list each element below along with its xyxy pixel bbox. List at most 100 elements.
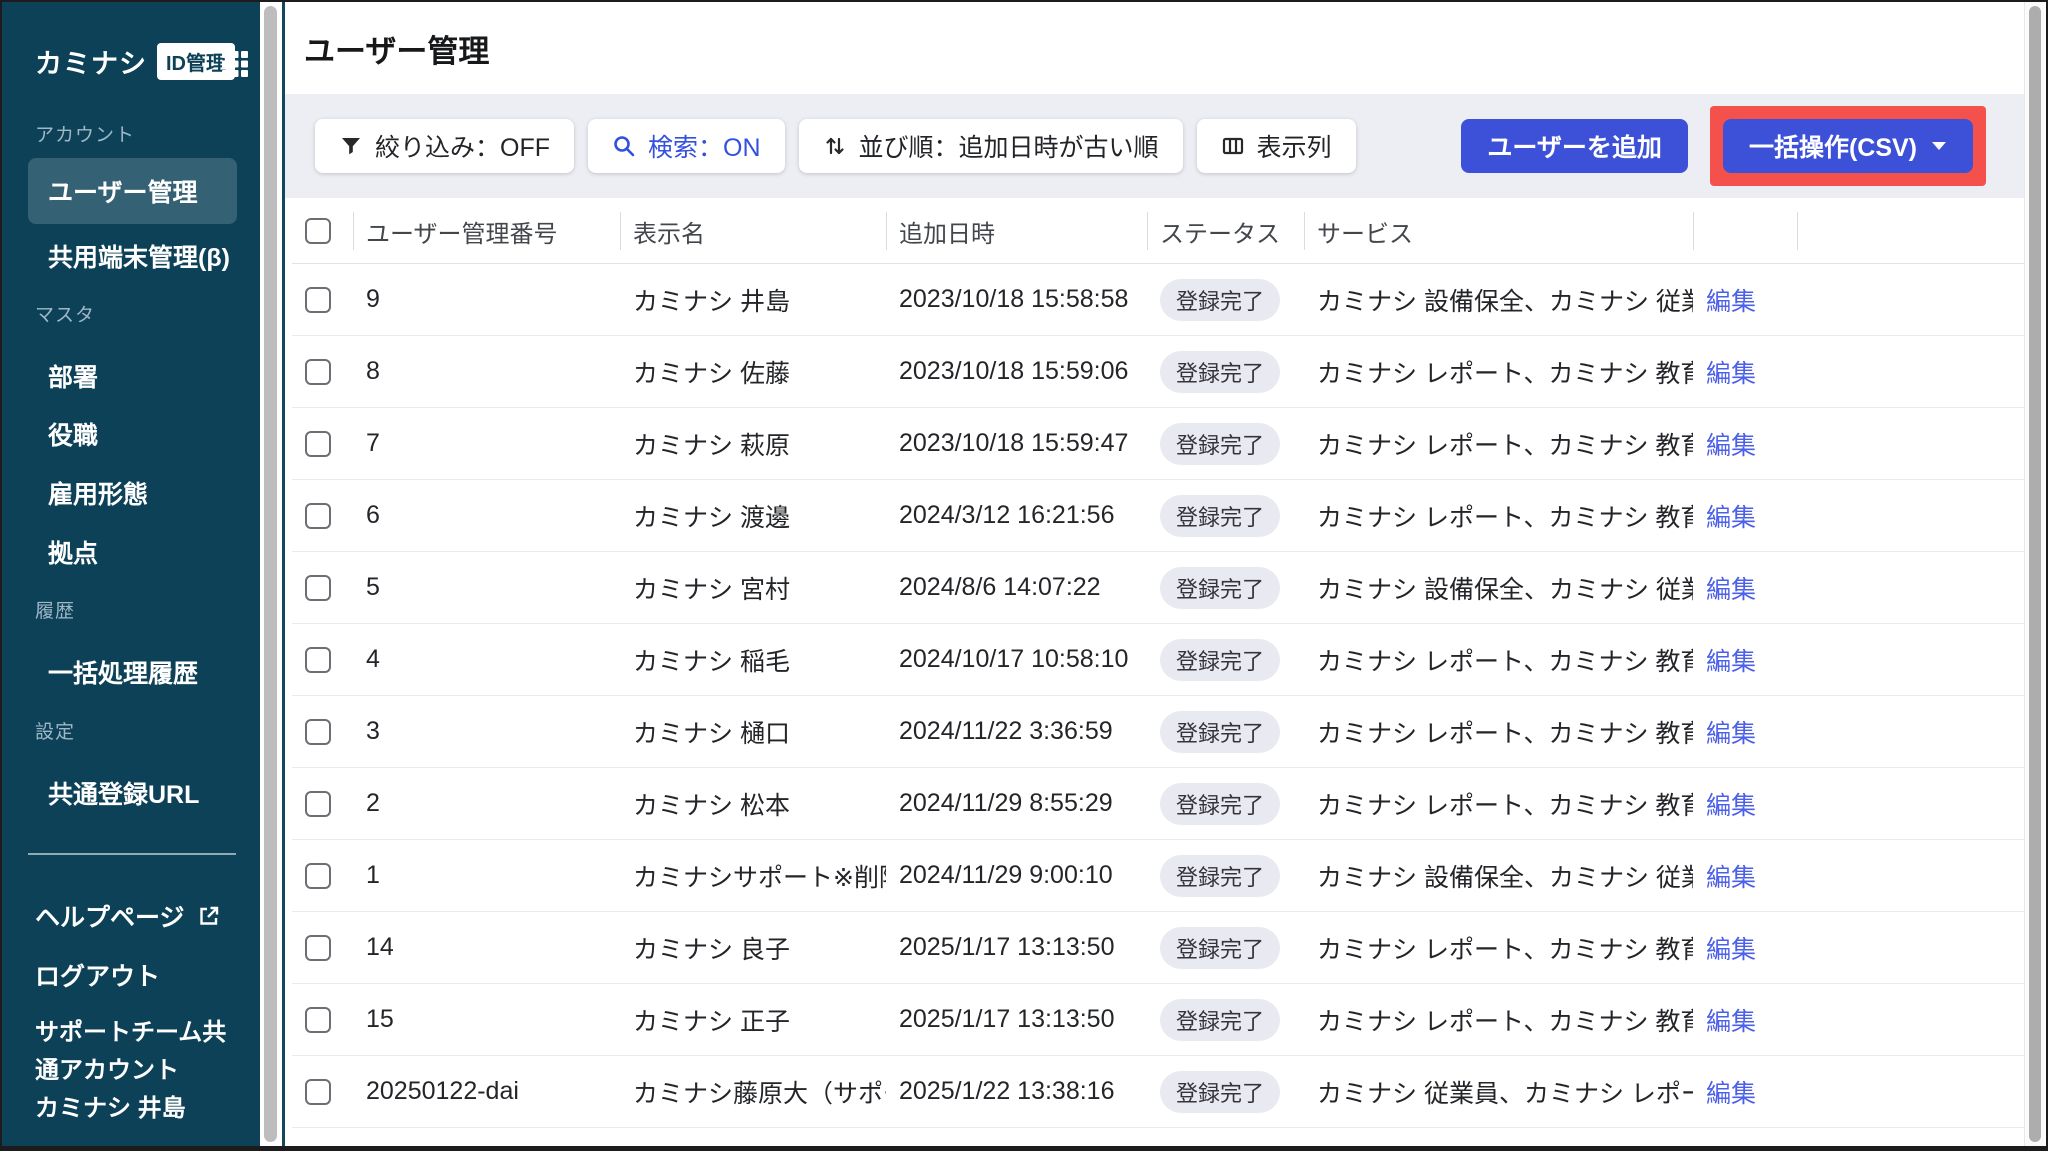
help-label: ヘルプページ bbox=[35, 898, 185, 934]
cell-status: 登録完了 bbox=[1147, 927, 1304, 969]
row-checkbox[interactable] bbox=[305, 287, 331, 313]
bulk-action-button[interactable]: 一括操作(CSV) bbox=[1723, 119, 1973, 173]
columns-button[interactable]: 表示列 bbox=[1197, 119, 1356, 173]
status-badge: 登録完了 bbox=[1160, 351, 1280, 393]
edit-link[interactable]: 編集 bbox=[1693, 354, 1797, 390]
sidebar-item-label: ユーザー管理 bbox=[48, 173, 198, 209]
sort-label: 並び順：追加日時が古い順 bbox=[859, 128, 1159, 164]
table-row: 20250122-dai カミナシ藤原大（サポー… 2025/1/22 13:3… bbox=[292, 1056, 2027, 1128]
edit-link[interactable]: 編集 bbox=[1693, 1002, 1797, 1038]
table-header-row: ユーザー管理番号 表示名 追加日時 ステータス サービス bbox=[292, 198, 2027, 264]
cell-user-id: 1 bbox=[353, 861, 620, 890]
sidebar-scrollbar-thumb[interactable] bbox=[264, 6, 277, 1142]
row-checkbox[interactable] bbox=[305, 359, 331, 385]
row-checkbox[interactable] bbox=[305, 431, 331, 457]
cell-status: 登録完了 bbox=[1147, 1071, 1304, 1113]
edit-link[interactable]: 編集 bbox=[1693, 858, 1797, 894]
cell-user-id: 5 bbox=[353, 573, 620, 602]
table-row: 2 カミナシ 松本 2024/11/29 8:55:29 登録完了 カミナシ レ… bbox=[292, 768, 2027, 840]
search-button[interactable]: 検索：ON bbox=[588, 119, 785, 173]
highlight-annotation: 一括操作(CSV) bbox=[1710, 106, 1986, 186]
row-checkbox[interactable] bbox=[305, 1007, 331, 1033]
edit-link[interactable]: 編集 bbox=[1693, 642, 1797, 678]
row-checkbox[interactable] bbox=[305, 575, 331, 601]
row-checkbox-cell bbox=[292, 935, 353, 961]
account-info: サポートチーム共通アカウント カミナシ 井島 bbox=[35, 1014, 249, 1128]
header-name: 表示名 bbox=[620, 198, 886, 264]
sidebar-item-position[interactable]: 役職 bbox=[48, 416, 98, 452]
cell-user-id: 9 bbox=[353, 285, 620, 314]
edit-link[interactable]: 編集 bbox=[1693, 786, 1797, 822]
account-name: サポートチーム共通アカウント bbox=[35, 1014, 249, 1090]
edit-link[interactable]: 編集 bbox=[1693, 714, 1797, 750]
cell-status: 登録完了 bbox=[1147, 279, 1304, 321]
row-checkbox[interactable] bbox=[305, 935, 331, 961]
cell-display-name: カミナシ 宮村 bbox=[620, 570, 886, 606]
header-date: 追加日時 bbox=[886, 198, 1147, 264]
sort-button[interactable]: 並び順：追加日時が古い順 bbox=[799, 119, 1183, 173]
edit-link[interactable]: 編集 bbox=[1693, 426, 1797, 462]
status-badge: 登録完了 bbox=[1160, 783, 1280, 825]
status-badge: 登録完了 bbox=[1160, 711, 1280, 753]
edit-link[interactable]: 編集 bbox=[1693, 930, 1797, 966]
main-scrollbar[interactable] bbox=[2024, 2, 2044, 1146]
row-checkbox[interactable] bbox=[305, 647, 331, 673]
cell-services: カミナシ レポート、カミナシ 教育 bbox=[1304, 1002, 1693, 1038]
cell-status: 登録完了 bbox=[1147, 423, 1304, 465]
add-user-button[interactable]: ユーザーを追加 bbox=[1461, 119, 1688, 173]
table-row: 1 カミナシサポート※削除… 2024/11/29 9:00:10 登録完了 カ… bbox=[292, 840, 2027, 912]
cell-services: カミナシ レポート、カミナシ 教育 bbox=[1304, 498, 1693, 534]
cell-status: 登録完了 bbox=[1147, 639, 1304, 681]
status-badge: 登録完了 bbox=[1160, 927, 1280, 969]
main-scrollbar-thumb[interactable] bbox=[2029, 6, 2041, 1142]
sidebar-scrollbar[interactable] bbox=[260, 2, 282, 1146]
row-checkbox-cell bbox=[292, 359, 353, 385]
edit-link[interactable]: 編集 bbox=[1693, 282, 1797, 318]
row-checkbox[interactable] bbox=[305, 1079, 331, 1105]
cell-user-id: 15 bbox=[353, 1005, 620, 1034]
cell-display-name: カミナシ 渡邊 bbox=[620, 498, 886, 534]
status-badge: 登録完了 bbox=[1160, 855, 1280, 897]
apps-grid-icon[interactable] bbox=[221, 50, 249, 78]
cell-added-date: 2024/11/29 8:55:29 bbox=[886, 789, 1147, 818]
sidebar-item-shared-device[interactable]: 共用端末管理(β) bbox=[48, 238, 230, 274]
row-checkbox-cell bbox=[292, 863, 353, 889]
table-row: 8 カミナシ 佐藤 2023/10/18 15:59:06 登録完了 カミナシ … bbox=[292, 336, 2027, 408]
sidebar-item-site[interactable]: 拠点 bbox=[48, 534, 98, 570]
sidebar-item-employment[interactable]: 雇用形態 bbox=[48, 475, 148, 511]
funnel-icon bbox=[339, 134, 363, 158]
app-logo: カミナシ ID管理 bbox=[35, 42, 235, 81]
page-title: ユーザー管理 bbox=[304, 26, 489, 71]
sidebar-item-common-url[interactable]: 共通登録URL bbox=[48, 775, 199, 811]
cell-added-date: 2024/3/12 16:21:56 bbox=[886, 501, 1147, 530]
cell-status: 登録完了 bbox=[1147, 783, 1304, 825]
cell-added-date: 2025/1/17 13:13:50 bbox=[886, 933, 1147, 962]
edit-link[interactable]: 編集 bbox=[1693, 1074, 1797, 1110]
sidebar-item-user-management[interactable]: ユーザー管理 bbox=[28, 158, 237, 224]
row-checkbox[interactable] bbox=[305, 791, 331, 817]
cell-display-name: カミナシ 佐藤 bbox=[620, 354, 886, 390]
edit-link[interactable]: 編集 bbox=[1693, 570, 1797, 606]
row-checkbox[interactable] bbox=[305, 719, 331, 745]
cell-user-id: 14 bbox=[353, 933, 620, 962]
sidebar-item-help[interactable]: ヘルプページ bbox=[35, 898, 221, 934]
filter-button[interactable]: 絞り込み：OFF bbox=[315, 119, 574, 173]
row-checkbox[interactable] bbox=[305, 863, 331, 889]
row-checkbox[interactable] bbox=[305, 503, 331, 529]
row-checkbox-cell bbox=[292, 287, 353, 313]
cell-added-date: 2023/10/18 15:59:06 bbox=[886, 357, 1147, 386]
row-checkbox-cell bbox=[292, 719, 353, 745]
select-all-checkbox[interactable] bbox=[305, 218, 331, 244]
edit-link[interactable]: 編集 bbox=[1693, 498, 1797, 534]
cell-added-date: 2024/11/29 9:00:10 bbox=[886, 861, 1147, 890]
header-edit bbox=[1693, 198, 1797, 264]
external-link-icon bbox=[197, 904, 221, 928]
cell-services: カミナシ レポート、カミナシ 教育 bbox=[1304, 714, 1693, 750]
cell-services: カミナシ 設備保全、カミナシ 従業員… bbox=[1304, 570, 1693, 606]
sidebar-item-bulk-history[interactable]: 一括処理履歴 bbox=[48, 654, 198, 690]
cell-display-name: カミナシ 井島 bbox=[620, 282, 886, 318]
section-label-history: 履歴 bbox=[35, 596, 75, 623]
sidebar-item-department[interactable]: 部署 bbox=[48, 358, 98, 394]
sidebar-item-logout[interactable]: ログアウト bbox=[35, 957, 160, 993]
cell-services: カミナシ レポート、カミナシ 教育 bbox=[1304, 930, 1693, 966]
